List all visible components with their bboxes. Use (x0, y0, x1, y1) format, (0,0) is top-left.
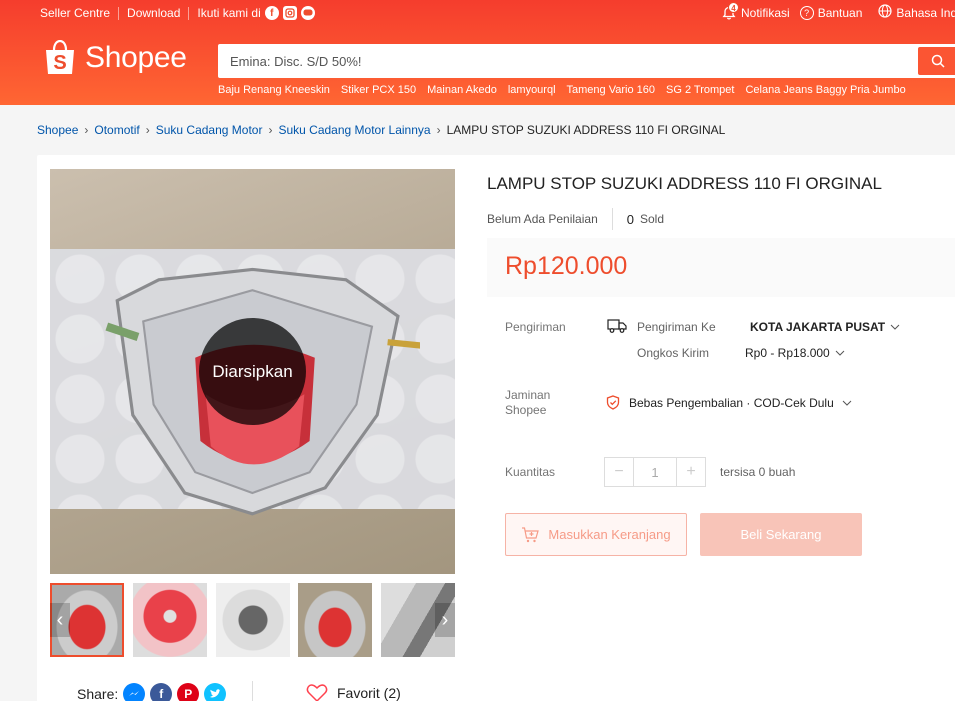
heart-icon (306, 684, 328, 701)
header: Seller Centre Download Ikuti kami di f 4… (0, 0, 955, 105)
help-link[interactable]: Bantuan (818, 6, 863, 20)
favorite-label: Favorit (2) (337, 685, 401, 701)
shopee-bag-icon: S (44, 39, 76, 76)
suggestion-link[interactable]: SG 2 Trompet (666, 84, 734, 96)
search-button[interactable] (918, 47, 955, 75)
rating-text: Belum Ada Penilaian (487, 212, 598, 226)
pinterest-icon[interactable]: P (177, 683, 200, 701)
chevron-down-icon (835, 350, 845, 356)
sold-label: Sold (639, 212, 665, 226)
help-icon[interactable]: ? (799, 5, 814, 20)
suggestion-link[interactable]: lamyourql (508, 84, 556, 96)
breadcrumb-link[interactable]: Suku Cadang Motor (156, 123, 263, 137)
breadcrumb-link[interactable]: Otomotif (94, 123, 139, 137)
chevron-right-icon: › (145, 123, 150, 137)
suggestion-link[interactable]: Mainan Akedo (427, 84, 497, 96)
chevron-left-icon[interactable]: ‹ (50, 603, 70, 637)
ship-to-dropdown[interactable]: KOTA JAKARTA PUSAT (750, 320, 900, 334)
shipping-cost-dropdown[interactable]: Rp0 - Rp18.000 (745, 346, 845, 360)
breadcrumb-link[interactable]: Shopee (37, 123, 78, 137)
buy-now-label: Beli Sekarang (740, 527, 822, 542)
sold-count: 0 (626, 211, 634, 227)
shopee-logo[interactable]: S Shopee (44, 39, 187, 76)
guarantee-label-line: Jaminan (505, 388, 551, 402)
suggestion-link[interactable]: Stiker PCX 150 (341, 84, 416, 96)
thumbnail-strip: ‹ › (50, 583, 455, 657)
ship-to-value: KOTA JAKARTA PUSAT (750, 320, 886, 334)
divider (188, 6, 190, 20)
seller-centre-link[interactable]: Seller Centre (40, 6, 110, 20)
thumbnail-image[interactable] (298, 583, 372, 657)
guarantee-dropdown[interactable]: Bebas Pengembalian · COD-Cek Dulu (606, 395, 852, 410)
guarantee-value: Bebas Pengembalian · COD-Cek Dulu (629, 395, 834, 410)
search-suggestions: Baju Renang Kneeskin Stiker PCX 150 Main… (218, 84, 917, 96)
chevron-right-icon: › (84, 123, 89, 137)
quantity-minus-button[interactable]: − (605, 458, 633, 486)
breadcrumb-link[interactable]: Suku Cadang Motor Lainnya (278, 123, 430, 137)
bell-icon[interactable]: 4 (722, 1, 739, 20)
quantity-stepper: − 1 + (604, 457, 706, 487)
stock-text: tersisa 0 buah (720, 465, 796, 479)
chevron-right-icon[interactable]: › (435, 603, 455, 637)
follow-label: Ikuti kami di (197, 6, 261, 20)
language-link[interactable]: Bahasa Ind (896, 6, 955, 20)
add-to-cart-button[interactable]: Masukkan Keranjang (505, 513, 687, 556)
download-link[interactable]: Download (127, 6, 180, 20)
suggestion-link[interactable]: Baju Renang Kneeskin (218, 84, 330, 96)
quantity-input[interactable]: 1 (633, 458, 677, 486)
globe-icon[interactable] (878, 4, 893, 21)
share-label: Share: (77, 686, 119, 701)
thumbnail-image[interactable] (216, 583, 290, 657)
price-box: Rp120.000 (487, 238, 955, 297)
divider (118, 6, 120, 20)
suggestion-link[interactable]: Celana Jeans Baggy Pria Jumbo (745, 84, 905, 96)
messenger-icon[interactable] (123, 683, 146, 701)
search-icon (931, 54, 945, 68)
svg-text:S: S (53, 52, 66, 74)
search-input[interactable] (218, 44, 908, 78)
facebook-icon[interactable]: f (264, 6, 279, 20)
guarantee-label-line: Shopee (505, 403, 547, 417)
notification-badge: 4 (728, 1, 739, 13)
shipping-cost-label: Ongkos Kirim (637, 346, 710, 360)
facebook-share-icon[interactable]: f (150, 683, 173, 701)
product-main-image[interactable]: Diarsipkan (50, 169, 455, 574)
shipping-label: Pengiriman (505, 320, 566, 334)
suggestion-link[interactable]: Tameng Vario 160 (567, 84, 655, 96)
share-row: Share: f P (77, 683, 227, 701)
truck-icon (607, 319, 627, 333)
shield-icon (606, 395, 620, 410)
chevron-down-icon (890, 324, 900, 330)
breadcrumb: Shopee › Otomotif › Suku Cadang Motor › … (37, 123, 725, 137)
archived-overlay: Diarsipkan (199, 318, 306, 425)
chevron-right-icon: › (436, 123, 441, 137)
guarantee-label: Jaminan Shopee (505, 388, 550, 418)
search-bar (218, 44, 955, 78)
chevron-right-icon: › (268, 123, 273, 137)
buy-now-button[interactable]: Beli Sekarang (700, 513, 862, 556)
instagram-icon[interactable] (282, 6, 297, 20)
chevron-down-icon (842, 400, 852, 406)
cart-icon (522, 526, 540, 542)
product-title: LAMPU STOP SUZUKI ADDRESS 110 FI ORGINAL (487, 174, 882, 193)
twitter-icon[interactable] (204, 683, 227, 701)
quantity-label: Kuantitas (505, 465, 556, 479)
add-to-cart-label: Masukkan Keranjang (548, 527, 671, 542)
rating-row: Belum Ada Penilaian 0 Sold (487, 208, 664, 230)
thumbnail-image[interactable] (133, 583, 207, 657)
ship-to-label: Pengiriman Ke (637, 320, 716, 334)
notifications-link[interactable]: Notifikasi (741, 6, 790, 20)
quantity-plus-button[interactable]: + (677, 458, 705, 486)
line-icon[interactable] (300, 6, 315, 20)
topbar: Seller Centre Download Ikuti kami di f 4… (0, 0, 955, 27)
product-price: Rp120.000 (505, 252, 628, 280)
divider (611, 208, 613, 230)
shipping-cost-value: Rp0 - Rp18.000 (745, 346, 830, 360)
logo-text: Shopee (85, 41, 187, 74)
favorite-button[interactable]: Favorit (2) (306, 683, 401, 701)
divider (252, 681, 253, 701)
breadcrumb-current: LAMPU STOP SUZUKI ADDRESS 110 FI ORGINAL (446, 123, 726, 137)
